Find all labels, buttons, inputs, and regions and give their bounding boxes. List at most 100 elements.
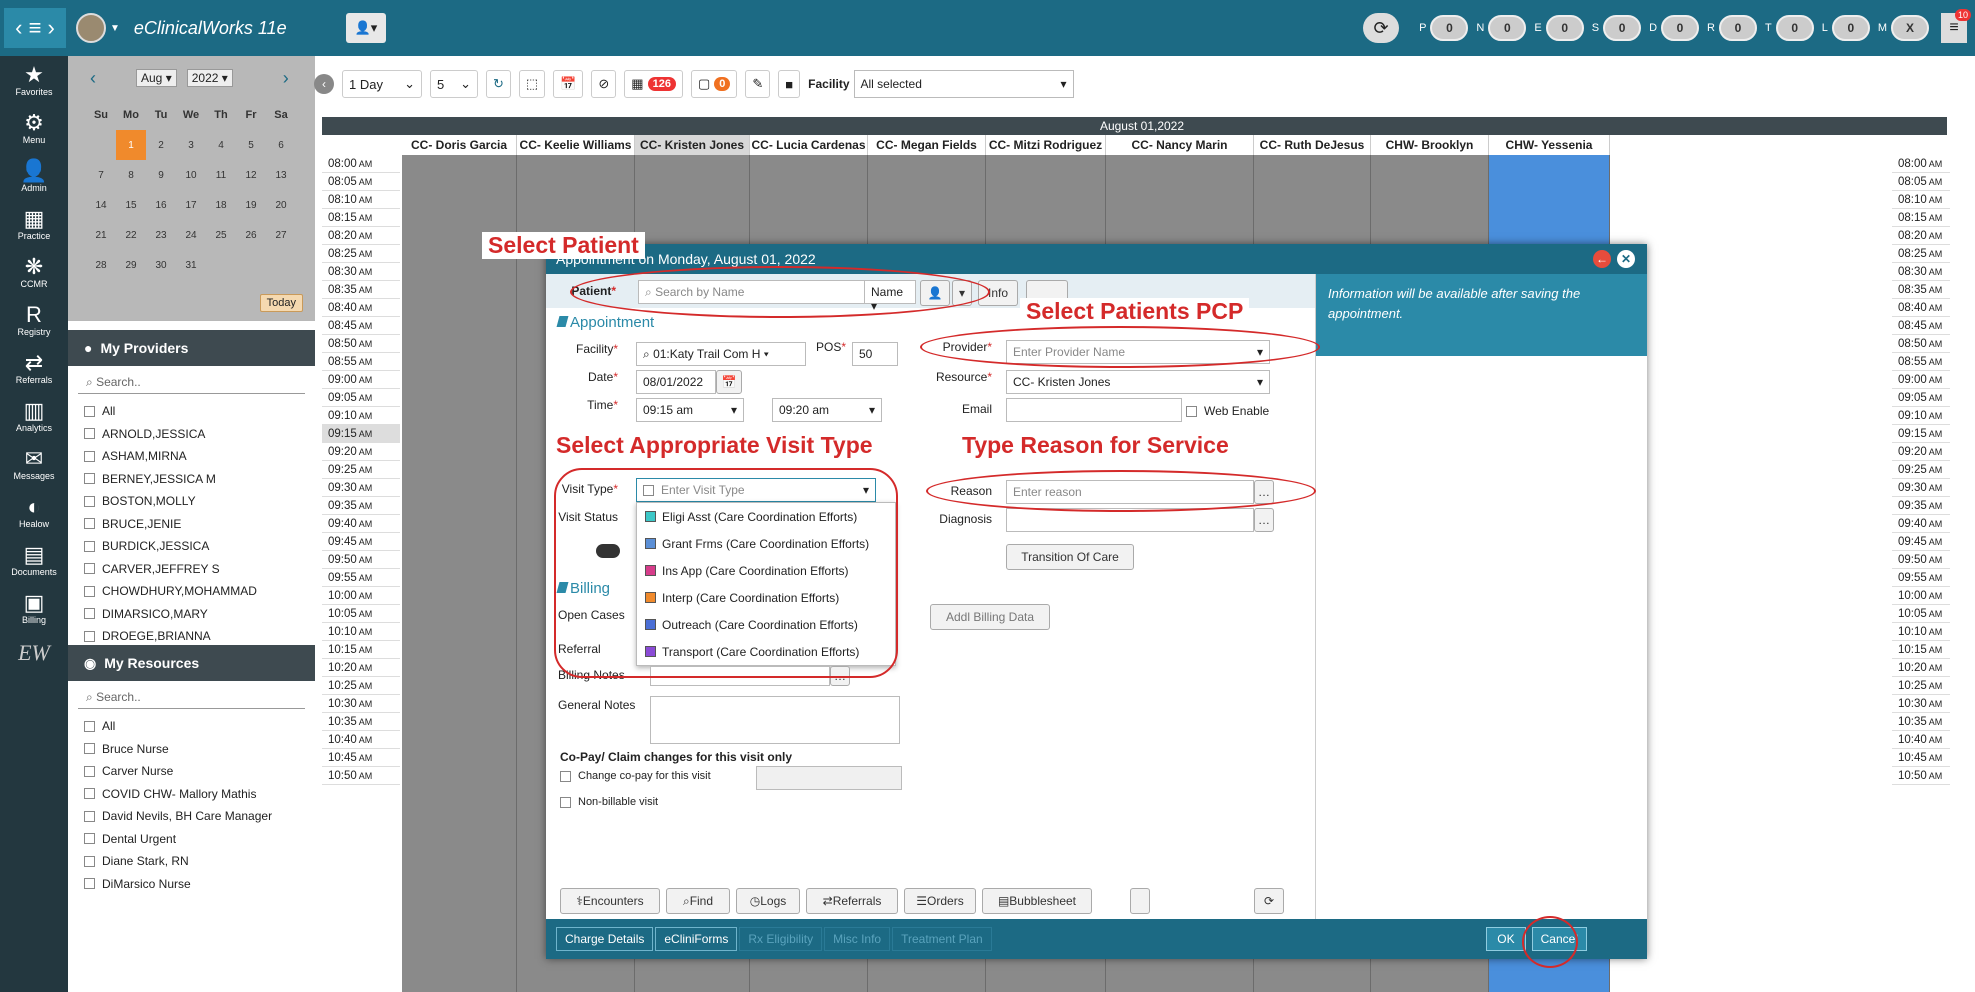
provider-item[interactable]: ARNOLD,JESSICA [68,423,315,446]
calendar-day[interactable]: 31 [176,250,206,280]
general-notes-field[interactable] [650,696,900,744]
checkbox[interactable] [84,765,95,777]
resource-column-header[interactable]: CHW- Brooklyn James [1371,135,1489,172]
collapse-panel-icon[interactable]: ‹ [314,74,334,94]
checkbox[interactable] [84,720,95,732]
ok-button[interactable]: OK [1486,927,1526,951]
resource-item[interactable]: COVID CHW- Mallory Mathis [68,783,315,806]
checkbox[interactable] [84,855,95,867]
nav-analytics[interactable]: ▥ Analytics [0,392,68,440]
counter-d[interactable]: D0 [1649,15,1700,41]
providers-search-input[interactable]: ⌕ Search.. [78,372,305,394]
change-copay-checkbox[interactable]: Change co-pay for this visit [560,770,711,782]
provider-item[interactable]: CARVER,JEFFREY S [68,558,315,581]
non-billable-checkbox[interactable]: Non-billable visit [560,796,658,808]
calendar-day[interactable]: 20 [266,190,296,220]
encounters-button[interactable]: ⚕ Encounters [560,888,660,914]
calendar-day[interactable]: 27 [266,220,296,250]
find-button[interactable]: ⌕ Find [666,888,730,914]
provider-item[interactable]: CHOWDHURY,MOHAMMAD [68,580,315,603]
checkbox[interactable] [84,540,95,552]
transition-of-care-button[interactable]: Transition Of Care [1006,544,1134,570]
resource-column-header[interactable]: CC- Megan Fields [868,135,986,155]
resource-column-header[interactable]: CC- Mitzi Rodriguez [986,135,1106,155]
web-enable-checkbox[interactable]: Web Enable [1186,404,1269,418]
extra-button[interactable] [1130,888,1150,914]
calendar-day[interactable]: 19 [236,190,266,220]
resource-column-header[interactable]: CC- Keelie Williams [517,135,635,155]
resource-field[interactable]: CC- Kristen Jones ▾ [1006,370,1270,394]
referrals-button[interactable]: ⇄ Referrals [806,888,898,914]
nav-menu[interactable]: ⚙ Menu [0,104,68,152]
calendar-day[interactable]: 23 [146,220,176,250]
calendar-day[interactable]: 22 [116,220,146,250]
messages-button[interactable]: ▢ 0 [690,70,738,98]
calendar-day[interactable]: 11 [206,160,236,190]
footer-tab[interactable]: Rx Eligibility [739,927,823,951]
calendar-day[interactable]: 24 [176,220,206,250]
resource-column-header[interactable]: CC- Kristen Jones [635,135,750,155]
close-icon[interactable]: ✕ [1617,250,1635,268]
checkbox[interactable] [84,428,95,440]
resource-item[interactable]: Diane Stark, RN [68,850,315,873]
time-end-field[interactable]: 09:20 am ▾ [772,398,882,422]
interval-select[interactable]: 5 ⌄ [430,70,478,98]
counter-t[interactable]: T0 [1765,15,1814,41]
logs-button[interactable]: ◷ Logs [736,888,800,914]
calendar-day[interactable]: 7 [86,160,116,190]
calendar-day[interactable]: 4 [206,130,236,160]
calendar-day[interactable]: 5 [236,130,266,160]
facility-select[interactable]: All selected ▾ [853,70,1074,98]
provider-item[interactable]: ASHAM,MIRNA [68,445,315,468]
tasks-button[interactable]: ▦ 126 [624,70,683,98]
footer-tab[interactable]: Misc Info [824,927,891,951]
user-menu-chevron-icon[interactable]: ▼ [110,23,120,34]
nav-ccmr[interactable]: ❋ CCMR [0,248,68,296]
refresh-icon[interactable]: ⟳ [1363,13,1400,43]
date-field[interactable]: 08/01/2022 [636,370,716,394]
month-select[interactable]: Aug ▾ [136,69,177,87]
resource-column-header[interactable]: CC- Doris Garcia [402,135,517,155]
today-button[interactable]: Today [259,294,303,312]
year-select[interactable]: 2022 ▾ [186,69,233,87]
view-select[interactable]: 1 Day ⌄ [342,70,422,98]
calendar-search-icon[interactable]: 📅 [553,70,584,98]
checkbox[interactable] [84,518,95,530]
nav-admin[interactable]: 👤 Admin [0,152,68,200]
resource-column-header[interactable]: CC- Ruth DeJesus [1254,135,1371,155]
nav-healow[interactable]: ◐ Healow [0,488,68,536]
provider-item[interactable]: BRUCE,JENIE [68,513,315,536]
notifications-icon[interactable]: ≡ 10 [1941,9,1971,43]
prev-month-icon[interactable]: ‹ [90,68,96,89]
calendar-day[interactable]: 28 [86,250,116,280]
checkbox[interactable] [84,810,95,822]
calendar-day[interactable]: 30 [146,250,176,280]
counter-l[interactable]: L0 [1822,15,1870,41]
calendar-picker-icon[interactable]: 📅 [716,370,742,394]
hamburger-menu-icon[interactable]: ‹ ≡ › [4,8,66,48]
checkbox[interactable] [84,585,95,597]
resource-item[interactable]: Dental Urgent [68,828,315,851]
footer-tab[interactable]: Charge Details [556,927,654,951]
calendar-day[interactable]: 16 [146,190,176,220]
calendar-day[interactable]: 10 [176,160,206,190]
diagnosis-more-button[interactable]: … [1254,508,1274,532]
checkbox[interactable] [84,405,95,417]
calendar-day[interactable]: 3 [176,130,206,160]
copay-amount-field[interactable] [756,766,902,790]
counter-e[interactable]: E0 [1534,15,1584,41]
calendar-day[interactable]: 29 [116,250,146,280]
add-appointment-icon[interactable]: ⬚ [518,70,546,98]
counter-n[interactable]: N0 [1476,15,1527,41]
addl-billing-data-button[interactable]: Addl Billing Data [930,604,1050,630]
time-start-field[interactable]: 09:15 am ▾ [636,398,744,422]
resource-item[interactable]: Bruce Nurse [68,738,315,761]
counter-r[interactable]: R0 [1707,15,1757,41]
next-month-icon[interactable]: › [283,68,289,89]
calendar-day[interactable]: 6 [266,130,296,160]
calendar-day[interactable]: 25 [206,220,236,250]
refresh-schedule-icon[interactable]: ↻ [486,70,511,98]
provider-item[interactable]: BURDICK,JESSICA [68,535,315,558]
calendar-day[interactable]: 18 [206,190,236,220]
nav-favorites[interactable]: ★ Favorites [0,56,68,104]
